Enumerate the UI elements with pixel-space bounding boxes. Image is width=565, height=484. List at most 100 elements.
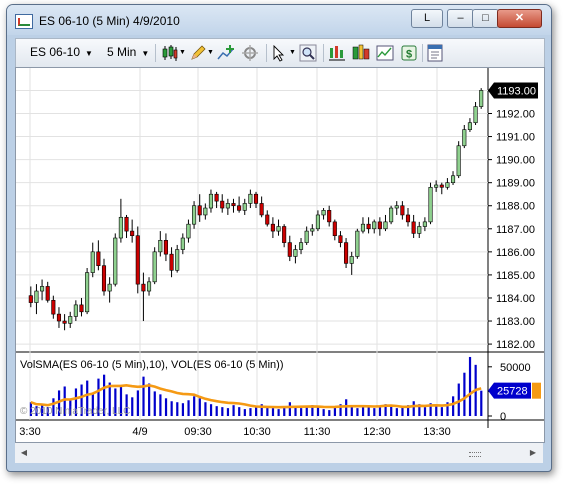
candle-body: [220, 200, 225, 209]
svg-text:$: $: [406, 49, 412, 61]
volume-bar: [249, 408, 252, 416]
price-tick-label: 1186.00: [496, 247, 535, 259]
volume-bar: [181, 403, 185, 416]
candle-body: [90, 251, 95, 273]
volume-bar: [288, 402, 291, 416]
volume-bar: [164, 398, 168, 416]
link-button[interactable]: L: [411, 9, 443, 28]
candle-body: [124, 216, 129, 232]
candle-body: [293, 249, 298, 257]
market-analyzer-icon[interactable]: [376, 44, 394, 62]
candle-body: [175, 249, 180, 271]
data-box-icon[interactable]: [328, 44, 346, 62]
volume-bar: [198, 398, 201, 416]
interval-label: 5 Min: [107, 45, 137, 59]
minimize-button[interactable]: ‒: [447, 9, 474, 28]
candle-body: [372, 221, 377, 230]
candle-body: [208, 193, 214, 209]
instrument-selector[interactable]: ES 06-10 ▼: [30, 45, 93, 59]
volume-bar: [215, 406, 218, 416]
volume-bar: [238, 407, 241, 416]
volume-bar: [395, 408, 398, 416]
candle-body: [332, 221, 337, 237]
price-tick-label: 1184.00: [496, 293, 535, 305]
volume-bar: [401, 407, 404, 416]
chart-scrollbar[interactable]: ◀ ▶: [15, 443, 543, 463]
candle-body: [225, 203, 230, 209]
scroll-grip-icon[interactable]: [469, 452, 481, 457]
candle-body: [456, 145, 461, 177]
time-tick-label: 3:30: [19, 426, 40, 438]
volume-bar: [356, 408, 359, 416]
interval-selector[interactable]: 5 Min ▼: [107, 45, 149, 59]
volume-bar: [209, 404, 213, 416]
candle-body: [259, 203, 264, 216]
candle-body: [237, 205, 242, 211]
volume-tick-label: 0: [500, 411, 506, 423]
time-tick-label: 09:30: [184, 426, 212, 438]
pencil-icon[interactable]: ▼: [189, 44, 214, 62]
chart-panel[interactable]: 1192.00 1191.00 1190.00 1189.00 1188.00 1187.…: [15, 67, 545, 443]
price-tick-label: 1188.00: [496, 201, 535, 213]
candle-body: [450, 175, 456, 183]
indicator-label: VolSMA(ES 06-10 (5 Min),10), VOL(ES 06-1…: [20, 359, 283, 371]
candle-body: [405, 214, 411, 223]
candle-body: [158, 240, 163, 253]
candle-body: [197, 205, 202, 216]
properties-icon[interactable]: [426, 44, 444, 62]
volume-bar: [170, 401, 173, 416]
scroll-left-icon[interactable]: ◀: [18, 447, 30, 459]
volume-sma-marker: [532, 382, 541, 399]
candle-body: [79, 304, 84, 313]
candle-body: [377, 221, 382, 230]
candle-body: [146, 281, 152, 292]
volume-bar: [480, 390, 483, 416]
candle-body: [287, 242, 292, 257]
volume-bar: [148, 383, 151, 416]
add-indicator-icon[interactable]: [217, 44, 235, 62]
strategies-icon[interactable]: [241, 44, 259, 62]
volume-bar: [463, 372, 466, 416]
volume-tick-label: 50000: [500, 362, 531, 374]
candle-body: [253, 193, 259, 204]
volume-bar: [361, 407, 365, 416]
candle-body: [135, 235, 140, 285]
volume-bar: [226, 408, 230, 416]
candle-body: [321, 210, 326, 216]
candle-body: [338, 235, 343, 243]
maximize-button[interactable]: □: [472, 9, 499, 28]
candle-body: [298, 242, 304, 250]
candle-body: [180, 237, 185, 250]
volume-bar: [255, 407, 258, 416]
window-title: ES 06-10 (5 Min) 4/9/2010: [39, 14, 180, 28]
candle-body: [360, 223, 366, 232]
zoom-icon[interactable]: [299, 44, 317, 62]
volume-bar: [390, 406, 393, 416]
candle-body: [276, 226, 281, 232]
candle-body: [355, 230, 360, 257]
volume-bar: [378, 407, 382, 416]
candle-body: [118, 216, 123, 239]
volume-bar: [367, 406, 370, 416]
scroll-right-icon[interactable]: ▶: [527, 447, 539, 459]
dollar-icon[interactable]: $: [400, 44, 418, 62]
chart-trader-icon[interactable]: [352, 44, 370, 62]
price-volume-chart[interactable]: 1192.00 1191.00 1190.00 1189.00 1188.00 1187.…: [16, 68, 544, 442]
candle-body: [56, 313, 62, 322]
candle-body: [479, 90, 484, 107]
candle-body: [270, 223, 275, 232]
candle-body: [192, 205, 197, 225]
candle-body: [422, 221, 427, 227]
price-tick-label: 1187.00: [496, 224, 535, 236]
cursor-icon[interactable]: ▼: [271, 44, 296, 62]
close-button[interactable]: ✕: [497, 9, 542, 28]
candle-body: [473, 106, 478, 124]
price-tick-label: 1192.00: [496, 109, 535, 121]
title-bar[interactable]: ES 06-10 (5 Min) 4/9/2010 L ‒ □ ✕: [7, 5, 551, 35]
toolbar-divider: [266, 44, 267, 62]
candle-body: [315, 214, 320, 230]
volume-bar: [142, 376, 145, 416]
time-tick-label: 11:30: [304, 426, 331, 438]
bar-type-icon[interactable]: ▼: [161, 44, 186, 62]
candle-body: [28, 295, 33, 303]
